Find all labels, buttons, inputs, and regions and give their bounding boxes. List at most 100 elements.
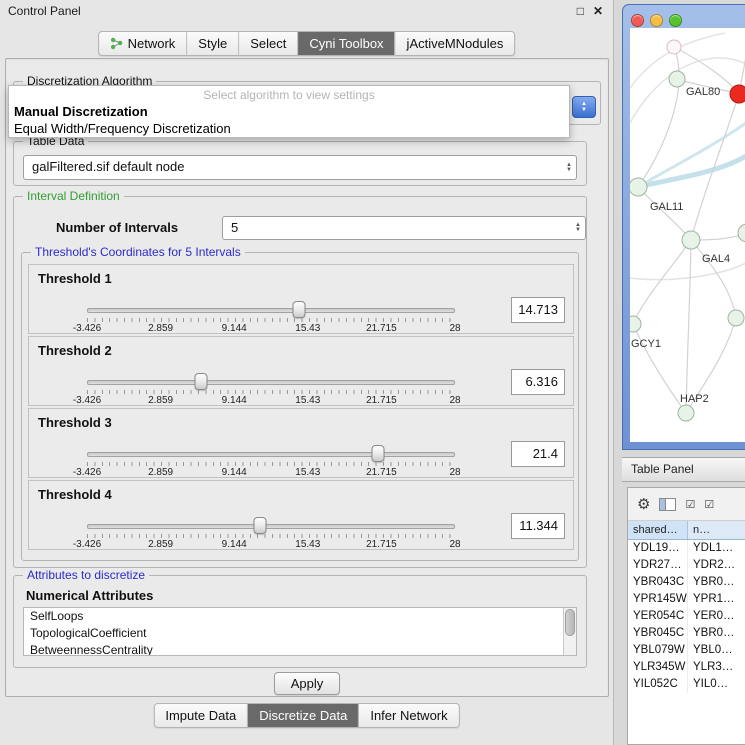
list-item[interactable]: TopologicalCoefficient (24, 625, 576, 642)
slider-ticks (87, 534, 455, 538)
close-traffic-light[interactable] (631, 14, 644, 27)
group-label: Attributes to discretize (23, 568, 149, 583)
threshold-value-field[interactable]: 14.713 (511, 297, 565, 323)
network-node-gcy1[interactable] (630, 316, 641, 332)
cell: YER054C (628, 608, 688, 625)
apply-button[interactable]: Apply (274, 672, 340, 695)
cell: YBL0… (688, 642, 745, 659)
node-label: GCY1 (631, 338, 661, 350)
cell: YPR1… (688, 591, 745, 608)
number-of-intervals-label: Number of Intervals (56, 220, 178, 235)
table-row[interactable]: YER054CYER0… (628, 608, 745, 625)
table-row[interactable]: YPR145WYPR1… (628, 591, 745, 608)
cell: YLR345W (628, 659, 688, 676)
zoom-traffic-light[interactable] (669, 14, 682, 27)
thresholds-group: Threshold's Coordinates for 5 Intervals … (21, 252, 579, 561)
dropdown-option-equal-width[interactable]: Equal Width/Frequency Discretization (9, 120, 569, 137)
list-item[interactable]: BetweennessCentrality (24, 642, 576, 656)
tick-labels: -3.4262.8599.14415.4321.71528 (87, 395, 455, 407)
table-panel-title: Table Panel (631, 462, 694, 476)
combo-value: 5 (231, 220, 238, 235)
network-node[interactable] (667, 40, 681, 54)
cell: YDL19… (628, 540, 688, 557)
network-node-gal11[interactable] (630, 178, 647, 196)
number-of-intervals-combo[interactable]: 5 ▲▼ (222, 216, 586, 240)
slider-track[interactable] (87, 308, 455, 313)
cell: YIL052C (628, 676, 688, 693)
slider-track[interactable] (87, 524, 455, 529)
combo-stepper-icon: ▲▼ (575, 223, 581, 233)
dropdown-option-manual[interactable]: Manual Discretization (9, 103, 569, 120)
tab-style[interactable]: Style (187, 32, 239, 55)
threshold-value-field[interactable]: 21.4 (511, 441, 565, 467)
combo-value: galFiltered.sif default node (32, 159, 184, 174)
tab-label: Network (128, 36, 176, 51)
slider-thumb[interactable] (195, 373, 208, 390)
table-row[interactable]: YBR045CYBR0… (628, 625, 745, 642)
top-tab-bar: Network Style Select Cyni Toolbox jActiv… (98, 31, 516, 56)
cell: YDR2… (688, 557, 745, 574)
tab-infer-network[interactable]: Infer Network (359, 704, 458, 727)
threshold-label: Threshold 4 (38, 487, 112, 502)
threshold-slider-3[interactable]: -3.4262.8599.14415.4321.71528 (87, 445, 455, 479)
table-row[interactable]: YDL19…YDL1… (628, 540, 745, 557)
threshold-value-field[interactable]: 6.316 (511, 369, 565, 395)
select-none-checkbox-icon[interactable]: ☑ (704, 498, 714, 511)
column-header-name[interactable]: n… (688, 521, 745, 539)
tick-labels: -3.4262.8599.14415.4321.71528 (87, 467, 455, 479)
slider-ticks (87, 318, 455, 322)
table-row[interactable]: YLR345WYLR3… (628, 659, 745, 676)
float-icon[interactable]: □ (577, 0, 584, 22)
cell: YBL079W (628, 642, 688, 659)
network-node[interactable] (738, 224, 745, 242)
columns-icon[interactable] (659, 498, 676, 511)
slider-thumb[interactable] (371, 445, 384, 462)
column-header-shared-name[interactable]: shared… (628, 521, 688, 539)
tab-discretize-data[interactable]: Discretize Data (248, 704, 359, 727)
cell: YPR145W (628, 591, 688, 608)
tab-label: Select (250, 36, 286, 51)
algorithm-combo-stepper[interactable]: ▲ ▼ (572, 96, 596, 118)
select-all-checkbox-icon[interactable]: ☑ (685, 498, 695, 511)
control-panel-window: Control Panel □ ✕ Network Style Select C… (0, 0, 614, 745)
table-row[interactable]: YBR043CYBR0… (628, 574, 745, 591)
tab-jactivemodules[interactable]: jActiveMNodules (396, 32, 515, 55)
threshold-slider-1[interactable]: -3.4262.8599.14415.4321.71528 (87, 301, 455, 335)
table-data-group: Table Data galFiltered.sif default node … (13, 141, 587, 186)
threshold-slider-4[interactable]: -3.4262.8599.14415.4321.71528 (87, 517, 455, 551)
node-label: HAP2 (680, 393, 709, 405)
tab-impute-data[interactable]: Impute Data (154, 704, 248, 727)
tab-label: Infer Network (370, 708, 447, 723)
slider-track[interactable] (87, 452, 455, 457)
table-row[interactable]: YBL079WYBL0… (628, 642, 745, 659)
network-node-hap2[interactable] (678, 405, 694, 421)
network-node-gal80[interactable] (669, 71, 685, 87)
table-panel-header[interactable]: Table Panel (622, 457, 745, 482)
tab-network[interactable]: Network (99, 32, 188, 55)
tab-cyni-toolbox[interactable]: Cyni Toolbox (298, 32, 395, 55)
slider-thumb[interactable] (253, 517, 266, 534)
network-node[interactable] (728, 310, 744, 326)
tab-label: Style (198, 36, 227, 51)
bottom-tab-bar: Impute Data Discretize Data Infer Networ… (153, 703, 459, 728)
gear-icon[interactable]: ⚙ (637, 495, 650, 513)
slider-thumb[interactable] (293, 301, 306, 318)
window-title: Control Panel (8, 4, 81, 18)
tab-select[interactable]: Select (239, 32, 298, 55)
list-item[interactable]: SelfLoops (24, 608, 576, 625)
network-node-selected-red[interactable] (730, 85, 745, 103)
network-node-gal4[interactable] (682, 231, 700, 249)
threshold-slider-2[interactable]: -3.4262.8599.14415.4321.71528 (87, 373, 455, 407)
list-scrollbar[interactable] (563, 608, 576, 655)
minimize-traffic-light[interactable] (650, 14, 663, 27)
scrollbar-thumb[interactable] (565, 609, 575, 636)
cell: YBR045C (628, 625, 688, 642)
table-row[interactable]: YIL052CYIL0… (628, 676, 745, 693)
table-row[interactable]: YDR27…YDR2… (628, 557, 745, 574)
slider-track[interactable] (87, 380, 455, 385)
attributes-list[interactable]: SelfLoops TopologicalCoefficient Between… (23, 607, 577, 656)
threshold-value-field[interactable]: 11.344 (511, 513, 565, 539)
table-data-combo[interactable]: galFiltered.sif default node ▲▼ (23, 155, 577, 180)
network-canvas[interactable]: GAL80 GAL11 GAL4 GCY1 HAP2 (630, 28, 745, 442)
close-icon[interactable]: ✕ (593, 0, 603, 22)
